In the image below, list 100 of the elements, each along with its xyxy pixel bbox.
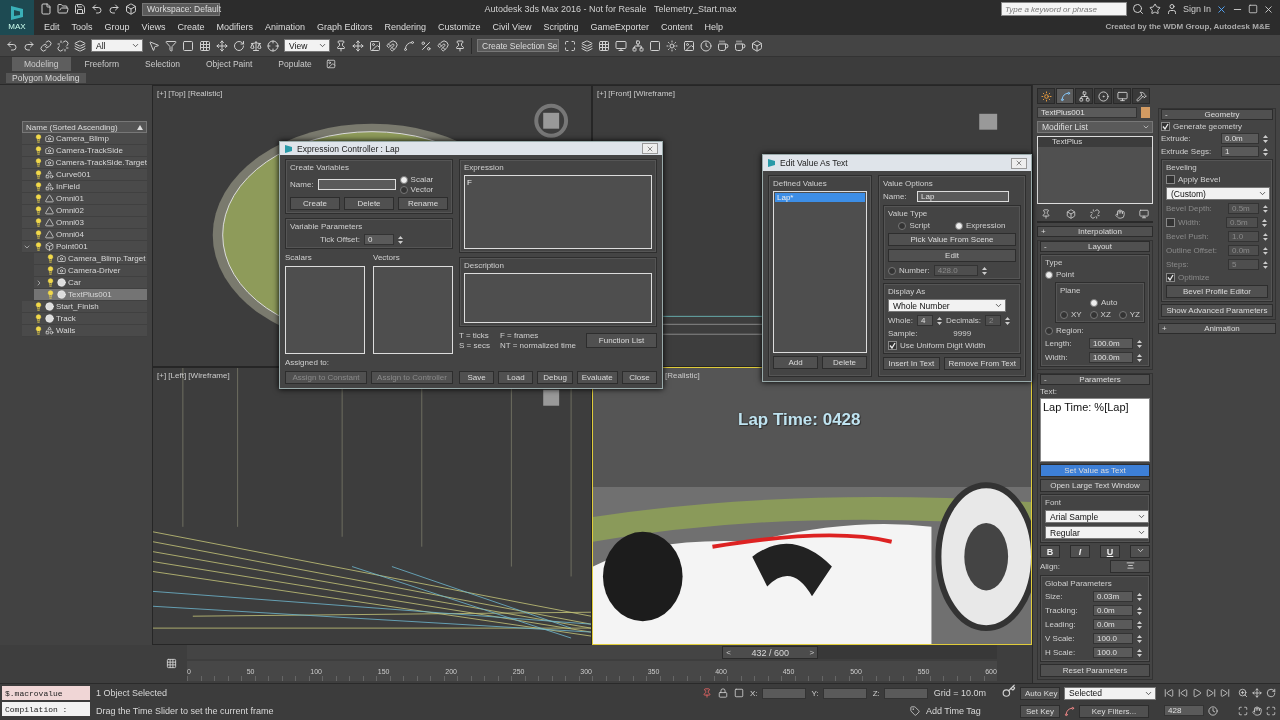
layers-icon[interactable] — [581, 39, 593, 52]
coordinate-dropdown[interactable]: View — [284, 39, 330, 53]
checkbox[interactable]: Generate geometry — [1161, 122, 1273, 132]
menu-item[interactable]: Create — [171, 19, 211, 34]
image-icon[interactable] — [683, 39, 695, 52]
ribbon-tab[interactable]: Selection — [133, 57, 192, 72]
column-header[interactable]: Name (Sorted Ascending) — [22, 121, 147, 134]
menu-item[interactable]: Content — [654, 19, 699, 34]
maximize-icon[interactable] — [1248, 4, 1258, 14]
key-icon[interactable] — [1002, 684, 1016, 699]
panel-tab[interactable] — [1056, 88, 1074, 105]
dialog-button[interactable]: Delete — [822, 356, 867, 370]
scalars-list[interactable] — [285, 266, 365, 355]
dialog-button[interactable]: Debug — [537, 371, 573, 385]
pin-icon[interactable] — [335, 39, 347, 52]
tree-item[interactable]: Point001 — [22, 241, 147, 254]
modifier-list-dropdown[interactable]: Modifier List — [1037, 121, 1153, 134]
object-color-swatch[interactable] — [1141, 107, 1150, 119]
menu-item[interactable]: Group — [98, 19, 136, 34]
menu-item[interactable]: GameExporter — [584, 19, 655, 34]
script-listener-field[interactable]: Compilation : — [2, 702, 90, 717]
coordinate-field[interactable] — [883, 687, 928, 699]
search-field[interactable]: Type a keyword or phrase — [1000, 2, 1127, 16]
menu-item[interactable]: Tools — [65, 19, 99, 34]
reset-button[interactable]: Reset Parameters — [1040, 664, 1150, 678]
spinner-field[interactable]: 0.0m — [1093, 619, 1133, 631]
hand-icon[interactable] — [1114, 209, 1125, 220]
box-icon[interactable] — [751, 39, 763, 52]
cup-icon[interactable] — [717, 39, 729, 52]
function-list-button[interactable]: Function List — [586, 333, 657, 349]
ribbon-tab[interactable]: Populate — [266, 57, 324, 72]
fit-view-icon[interactable] — [1266, 706, 1276, 717]
bulb-icon[interactable] — [34, 326, 43, 336]
tree-item[interactable]: Camera_Blimp.Target — [34, 253, 147, 266]
bulb-icon[interactable] — [34, 170, 43, 180]
redo-icon[interactable] — [108, 3, 120, 15]
radio-button[interactable]: Point — [1045, 270, 1145, 280]
tree-item[interactable]: Curve001 — [22, 169, 147, 182]
user-icon[interactable] — [1165, 3, 1178, 15]
play-icon[interactable] — [1192, 687, 1202, 698]
checkbox[interactable]: Use Uniform Digit Width — [888, 341, 1016, 351]
spinner-arrows-icon[interactable] — [1263, 203, 1268, 214]
radio-button[interactable]: Scalar — [399, 175, 434, 185]
spinner-arrows-icon[interactable] — [1137, 647, 1142, 658]
viewport-label[interactable]: [+] [Top] [Realistic] — [157, 89, 223, 99]
menu-item[interactable]: Views — [135, 19, 172, 34]
text-field[interactable]: Lap Time: %[Lap] — [1040, 398, 1150, 463]
spinner-arrows-icon[interactable] — [981, 265, 987, 276]
bulb-icon[interactable] — [34, 146, 43, 156]
spinner-arrows-icon[interactable] — [936, 315, 942, 326]
menu-item[interactable]: Animation — [258, 19, 311, 34]
spinner-arrows-icon[interactable] — [1263, 231, 1268, 242]
monitor-icon[interactable] — [1139, 209, 1149, 220]
ribbon-tab[interactable]: Object Paint — [193, 57, 265, 72]
step-forward-icon[interactable] — [1206, 687, 1216, 698]
tree-item[interactable]: Camera-Driver — [34, 265, 147, 278]
spinner-arrows-icon[interactable] — [1137, 591, 1142, 602]
image-icon[interactable] — [369, 39, 381, 52]
undo-icon[interactable] — [91, 3, 103, 15]
spinner-arrows-icon[interactable] — [1263, 259, 1268, 270]
rollout-header[interactable]: + Animation — [1158, 323, 1276, 335]
pin-icon[interactable] — [454, 39, 466, 52]
tree-item[interactable]: Omni04 — [22, 229, 147, 242]
hand-icon[interactable] — [1252, 706, 1262, 717]
save-icon[interactable] — [74, 3, 86, 15]
key-mode-dropdown[interactable]: Selected — [1064, 686, 1156, 700]
spinner-arrows-icon[interactable] — [1137, 338, 1142, 349]
bulb-icon[interactable] — [46, 278, 55, 288]
menu-item[interactable]: Edit — [38, 19, 66, 34]
spinner-arrows-icon[interactable] — [1005, 315, 1011, 326]
dialog-button[interactable]: Create — [290, 197, 340, 211]
redo-icon[interactable] — [23, 39, 35, 52]
radio-button[interactable]: Region: — [1045, 326, 1145, 336]
time-slider-track[interactable]: < 432 / 600 > — [187, 645, 997, 660]
grid-icon[interactable] — [598, 39, 610, 52]
panel-button[interactable]: Bevel Profile Editor — [1166, 285, 1268, 299]
add-time-tag-button[interactable]: Add Time Tag — [926, 706, 981, 717]
panel-tab[interactable] — [1037, 88, 1055, 105]
tree-item[interactable]: Omni01 — [22, 193, 147, 206]
spinner-field[interactable]: 100.0 — [1093, 633, 1133, 645]
percent-icon[interactable] — [420, 39, 432, 52]
bulb-icon[interactable] — [46, 254, 55, 264]
link-icon[interactable] — [40, 39, 52, 52]
close-icon[interactable] — [1263, 3, 1274, 15]
filter-icon[interactable] — [165, 39, 177, 52]
radio-button[interactable]: Expression — [954, 221, 1006, 231]
magnet-icon[interactable] — [386, 39, 398, 52]
menu-item[interactable]: Customize — [432, 19, 487, 34]
panel-tab[interactable] — [1094, 88, 1112, 105]
align-button[interactable] — [1110, 560, 1150, 574]
spinner-arrows-icon[interactable] — [1263, 133, 1268, 144]
menu-item[interactable]: Civil View — [486, 19, 538, 34]
selection-filter-dropdown[interactable]: All — [91, 39, 143, 53]
curve-icon[interactable] — [403, 39, 415, 52]
move-icon[interactable] — [352, 39, 364, 52]
star-icon[interactable] — [1148, 3, 1161, 15]
orbit-icon[interactable] — [1266, 688, 1276, 699]
ribbon-tab[interactable]: Modeling — [12, 57, 71, 72]
key-filters-button[interactable]: Key Filters... — [1079, 704, 1149, 718]
radio-button[interactable]: YZ — [1118, 310, 1140, 320]
